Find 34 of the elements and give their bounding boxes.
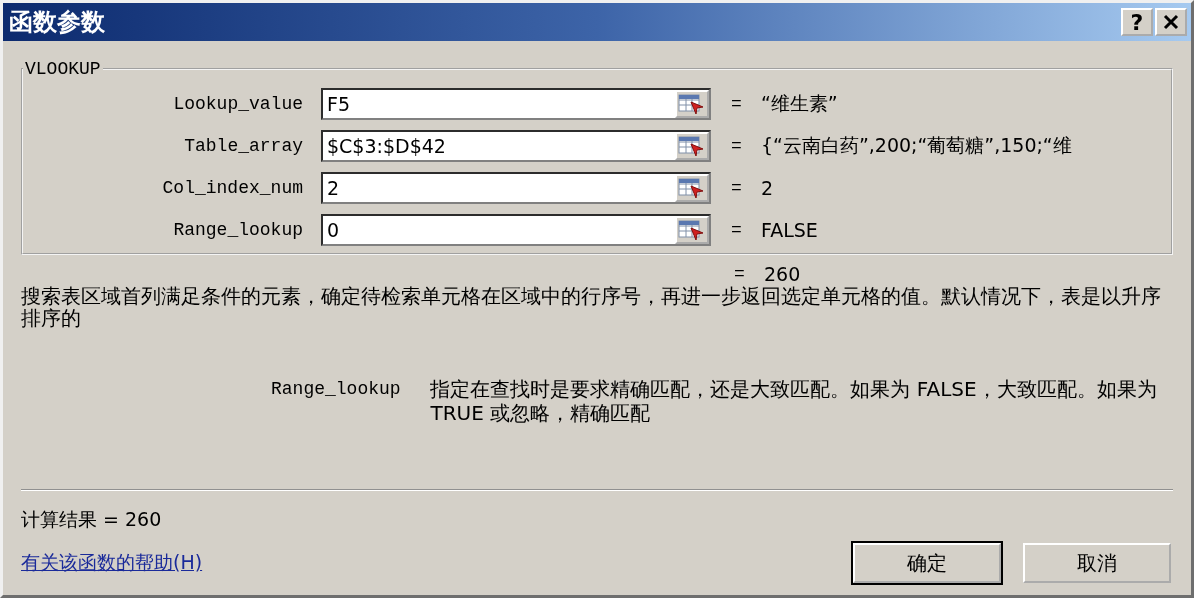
group-title: VLOOKUP bbox=[24, 59, 102, 79]
help-link[interactable]: 有关该函数的帮助(H) bbox=[21, 550, 203, 576]
argument-label: Lookup_value bbox=[172, 94, 304, 114]
argument-label: Table_array bbox=[183, 136, 304, 156]
equals-sign: = bbox=[734, 264, 746, 284]
argument-result: 2 bbox=[761, 177, 774, 199]
input-field[interactable]: F5 bbox=[321, 88, 711, 120]
collapse-dialog-button[interactable] bbox=[675, 90, 709, 118]
calculation-result: 计算结果 = 260 bbox=[21, 507, 163, 532]
dialog-button[interactable]: 确定 bbox=[853, 543, 1001, 583]
close-icon bbox=[1162, 13, 1180, 31]
equals-sign: = bbox=[731, 220, 743, 240]
argument-label: Col_index_num bbox=[161, 178, 304, 198]
window-title: 函数参数 bbox=[9, 7, 105, 38]
collapse-dialog-button[interactable] bbox=[675, 216, 709, 244]
formula-result: 260 bbox=[764, 263, 801, 285]
input-field[interactable]: 0 bbox=[321, 214, 711, 246]
argument-label: Range_lookup bbox=[172, 220, 304, 240]
argument-result: FALSE bbox=[761, 219, 818, 241]
argument-result: “维生素” bbox=[761, 91, 838, 116]
argument-description: 指定在查找时是要求精确匹配，还是大致匹配。如果为 FALSE，大致匹配。如果为 TRUE 或忽略，精确匹配 bbox=[430, 377, 1158, 425]
dialog-button[interactable]: 取消 bbox=[1023, 543, 1171, 583]
collapse-dialog-button[interactable] bbox=[675, 132, 709, 160]
input-field[interactable]: 2 bbox=[321, 172, 711, 204]
argument-result: {“云南白药”,200;“葡萄糖”,150;“维 bbox=[761, 133, 1072, 158]
argument-name: Range_lookup bbox=[271, 378, 402, 401]
function-description: 搜索表区域首列满足条件的元素，确定待检索单元格在区域中的行序号，再进一步返回选定单元格的值。默认情况下，表是以升序排序的 bbox=[21, 285, 1162, 329]
input-field[interactable]: $C$3:$D$42 bbox=[321, 130, 711, 162]
equals-sign: = bbox=[731, 136, 743, 156]
help-button[interactable]: ? bbox=[1121, 8, 1153, 36]
equals-sign: = bbox=[731, 178, 743, 198]
close-button[interactable] bbox=[1155, 8, 1187, 36]
equals-sign: = bbox=[731, 94, 743, 114]
collapse-dialog-button[interactable] bbox=[675, 174, 709, 202]
